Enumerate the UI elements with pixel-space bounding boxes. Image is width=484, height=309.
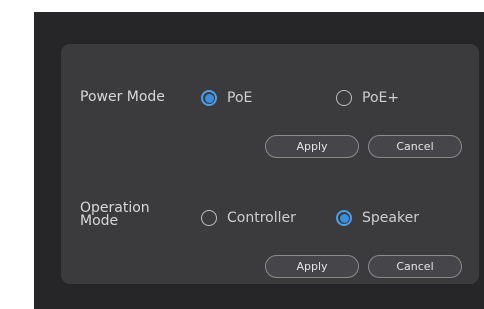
radio-controller-indicator [201, 210, 217, 226]
radio-poe-plus-indicator [336, 90, 352, 106]
radio-speaker-label: Speaker [362, 210, 419, 226]
app-window: Power Mode PoE PoE+ Apply Cancel Operati… [34, 12, 484, 309]
radio-poe[interactable]: PoE [201, 90, 252, 106]
operation-mode-label: Operation Mode [80, 200, 150, 229]
settings-panel: Power Mode PoE PoE+ Apply Cancel Operati… [61, 44, 479, 284]
power-cancel-button[interactable]: Cancel [368, 135, 462, 158]
operation-apply-button[interactable]: Apply [265, 255, 359, 278]
operation-cancel-button[interactable]: Cancel [368, 255, 462, 278]
power-apply-button[interactable]: Apply [265, 135, 359, 158]
power-mode-label: Power Mode [80, 89, 165, 105]
radio-controller-label: Controller [227, 210, 296, 226]
radio-controller[interactable]: Controller [201, 210, 296, 226]
radio-poe-plus-label: PoE+ [362, 90, 400, 106]
radio-poe-indicator [201, 90, 217, 106]
radio-poe-label: PoE [227, 90, 253, 106]
radio-speaker-indicator [336, 210, 352, 226]
radio-poe-plus[interactable]: PoE+ [336, 90, 399, 106]
radio-speaker[interactable]: Speaker [336, 210, 419, 226]
